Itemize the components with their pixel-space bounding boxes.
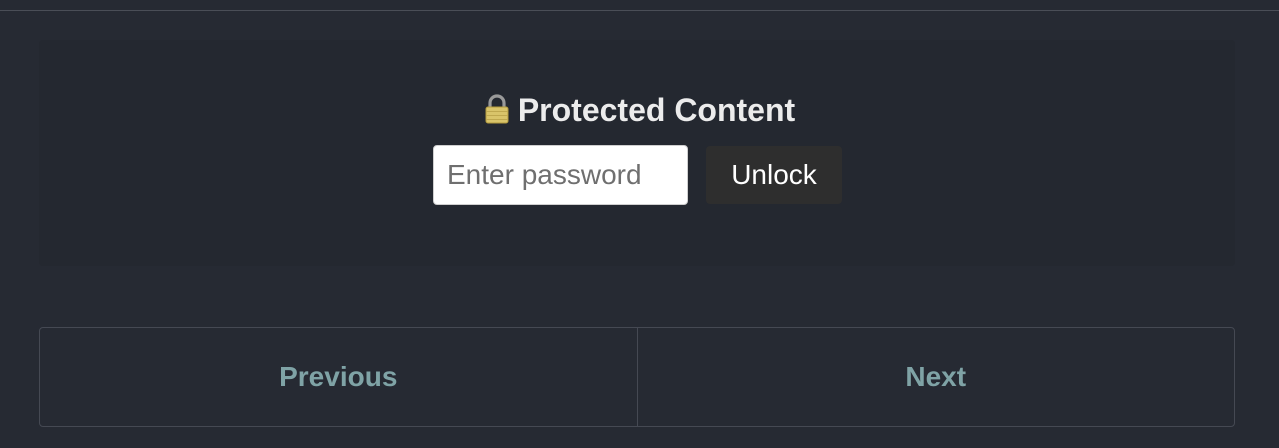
password-input[interactable]: [433, 145, 688, 205]
unlock-button[interactable]: Unlock: [706, 146, 842, 204]
previous-link[interactable]: Previous: [40, 328, 637, 426]
protected-content-heading: Protected Content: [0, 90, 1279, 130]
lock-icon: [485, 94, 509, 124]
next-link[interactable]: Next: [638, 328, 1235, 426]
pagination-nav: Previous Next: [39, 327, 1235, 427]
protected-content-title: Protected Content: [517, 92, 796, 128]
top-divider: [0, 10, 1279, 11]
